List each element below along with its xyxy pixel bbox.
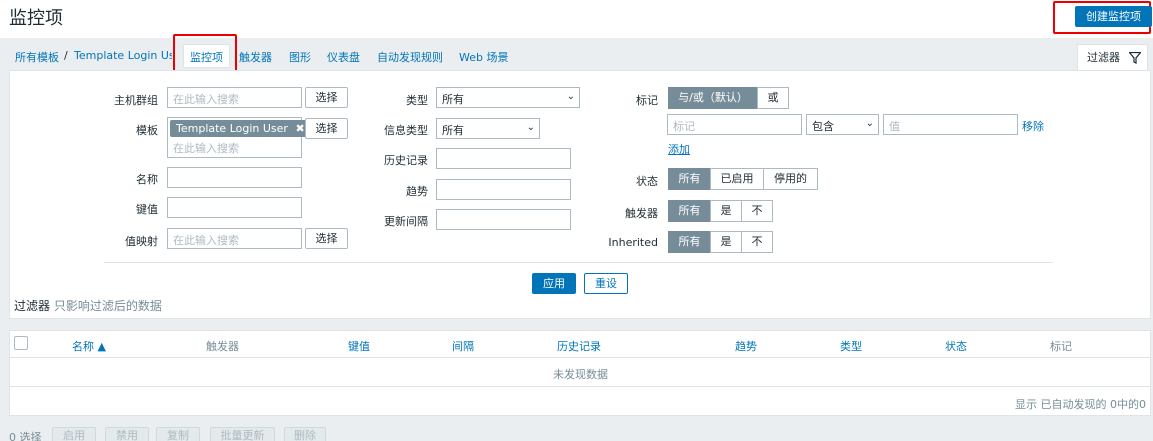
tags-or-option[interactable]: 或: [757, 87, 789, 109]
chevron-down-icon: ⌄: [566, 91, 575, 102]
inherited-option-no[interactable]: 不: [741, 231, 773, 253]
select-all-checkbox[interactable]: [14, 336, 28, 350]
breadcrumb-separator: /: [64, 49, 68, 62]
copy-button[interactable]: 复制: [156, 427, 200, 441]
templates-select-button[interactable]: 选择: [305, 118, 348, 139]
info-type-label: 信息类型: [384, 124, 428, 137]
disable-button[interactable]: 禁用: [105, 427, 149, 441]
breadcrumb-template[interactable]: Template Login User: [74, 49, 172, 62]
apply-button[interactable]: 应用: [532, 273, 576, 294]
tags-label: 标记: [636, 94, 658, 107]
column-header-type[interactable]: 类型: [840, 338, 862, 354]
update-interval-label: 更新间隔: [384, 215, 428, 228]
templates-label: 模板: [136, 124, 158, 137]
reset-button[interactable]: 重设: [584, 273, 628, 294]
selected-count: 0 选择: [9, 431, 42, 441]
trends-input[interactable]: [436, 179, 571, 200]
name-input[interactable]: [167, 167, 302, 188]
column-header-tags: 标记: [1050, 340, 1072, 353]
empty-table-message: 未发现数据: [553, 368, 608, 381]
history-input[interactable]: [436, 148, 571, 169]
host-groups-input[interactable]: 在此输入搜索: [167, 87, 302, 108]
templates-search-placeholder: 在此输入搜索: [173, 142, 239, 155]
filter-tab-label: 过滤器: [1087, 51, 1120, 64]
triggers-label: 触发器: [625, 207, 658, 220]
host-groups-label: 主机群组: [114, 94, 158, 107]
delete-button[interactable]: 删除: [284, 427, 326, 441]
triggers-option-no[interactable]: 不: [741, 200, 773, 222]
valuemap-input[interactable]: 在此输入搜索: [167, 228, 302, 249]
table-header-divider: [9, 357, 1151, 358]
tags-andor-option[interactable]: 与/或（默认）: [668, 87, 758, 109]
column-header-triggers: 触发器: [206, 340, 239, 353]
tab-web-scenarios[interactable]: Web 场景: [459, 49, 508, 65]
state-option-disabled[interactable]: 停用的: [763, 168, 818, 190]
state-option-all[interactable]: 所有: [668, 168, 711, 190]
tab-graphs[interactable]: 图形: [289, 49, 311, 65]
table-stats: 显示 已自动发现的 0中的0: [1015, 398, 1146, 411]
tag-add-link[interactable]: 添加: [668, 141, 690, 157]
breadcrumb-all-templates[interactable]: 所有模板: [15, 49, 59, 65]
valuemap-label: 值映射: [125, 235, 158, 248]
info-type-select[interactable]: 所有 ⌄: [436, 118, 540, 139]
column-header-status[interactable]: 状态: [945, 338, 967, 354]
filter-divider: [104, 262, 1053, 263]
column-header-key[interactable]: 键值: [348, 338, 370, 354]
type-label: 类型: [406, 94, 428, 107]
state-label: 状态: [636, 175, 658, 188]
enable-button[interactable]: 启用: [52, 427, 96, 441]
template-chip-label: Template Login User: [176, 122, 288, 135]
tag-value-input[interactable]: 值: [883, 114, 1018, 135]
tab-triggers[interactable]: 触发器: [239, 49, 272, 65]
column-header-interval[interactable]: 间隔: [452, 338, 474, 354]
triggers-option-yes[interactable]: 是: [710, 200, 742, 222]
triggers-toggle[interactable]: 所有 是 不: [668, 200, 773, 222]
valuemap-select-button[interactable]: 选择: [305, 228, 348, 249]
tag-remove-link[interactable]: 移除: [1022, 118, 1044, 134]
update-interval-input[interactable]: [436, 209, 571, 230]
tab-dashboards[interactable]: 仪表盘: [327, 49, 360, 65]
type-select[interactable]: 所有 ⌄: [436, 87, 580, 108]
name-label: 名称: [136, 173, 158, 186]
page-header: [0, 0, 1153, 38]
key-label: 键值: [136, 203, 158, 216]
filter-icon: [1129, 52, 1141, 64]
state-toggle[interactable]: 所有 已启用 停用的: [668, 168, 818, 190]
filter-note-title: 过滤器: [14, 299, 51, 313]
tab-items[interactable]: 监控项: [190, 49, 223, 65]
trends-label: 趋势: [406, 185, 428, 198]
template-chip: Template Login User ✖: [170, 120, 311, 137]
tags-evaltype-toggle[interactable]: 与/或（默认） 或: [668, 87, 789, 109]
close-icon[interactable]: ✖: [295, 122, 304, 135]
inherited-option-yes[interactable]: 是: [710, 231, 742, 253]
inherited-option-all[interactable]: 所有: [668, 231, 711, 253]
tab-discovery-rules[interactable]: 自动发现规则: [377, 49, 443, 65]
filter-tab[interactable]: 过滤器: [1077, 44, 1148, 71]
table-footer-divider: [9, 386, 1151, 387]
create-item-button[interactable]: 创建监控项: [1075, 6, 1152, 27]
filter-note: 过滤器 只影响过滤后的数据: [14, 297, 162, 314]
column-header-trends[interactable]: 趋势: [735, 338, 757, 354]
triggers-option-all[interactable]: 所有: [668, 200, 711, 222]
chevron-down-icon: ⌄: [526, 122, 535, 133]
host-groups-select-button[interactable]: 选择: [305, 87, 348, 108]
inherited-toggle[interactable]: 所有 是 不: [668, 231, 773, 253]
column-header-name[interactable]: 名称 ▲: [72, 338, 106, 354]
key-input[interactable]: [167, 197, 302, 218]
filter-note-subtitle: 只影响过滤后的数据: [53, 299, 162, 313]
tag-name-input[interactable]: 标记: [667, 114, 802, 135]
tag-operator-select[interactable]: 包含 ⌄: [806, 114, 879, 135]
info-type-select-value: 所有: [442, 124, 464, 137]
chevron-down-icon: ⌄: [865, 118, 874, 129]
mass-update-button[interactable]: 批量更新: [210, 427, 275, 441]
column-header-history[interactable]: 历史记录: [557, 338, 601, 354]
tag-operator-value: 包含: [812, 120, 834, 133]
type-select-value: 所有: [442, 93, 464, 106]
history-label: 历史记录: [384, 154, 428, 167]
page-title: 监控项: [9, 8, 63, 29]
inherited-label: Inherited: [608, 236, 658, 249]
state-option-enabled[interactable]: 已启用: [710, 168, 764, 190]
